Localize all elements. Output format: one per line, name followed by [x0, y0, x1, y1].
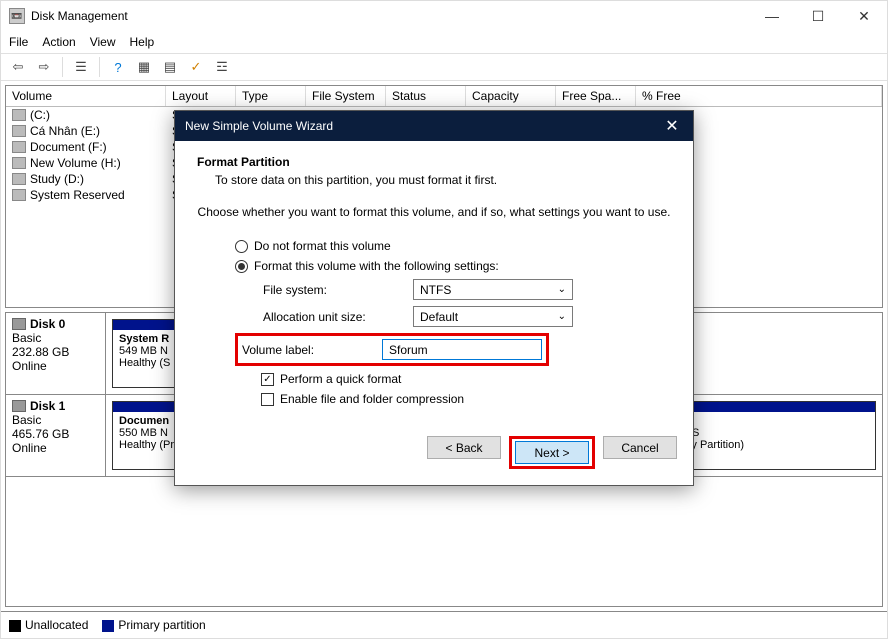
col-status[interactable]: Status [386, 86, 466, 106]
menubar: File Action View Help [1, 31, 887, 53]
legend: Unallocated Primary partition [1, 611, 887, 638]
menu-view[interactable]: View [90, 35, 116, 49]
menu-help[interactable]: Help [130, 35, 155, 49]
toolbar: ⇦ ⇨ ☰ ? ▦ ▤ ✓ ☲ [1, 53, 887, 81]
allocation-size-select[interactable]: Default⌄ [413, 306, 573, 327]
col-free[interactable]: Free Spa... [556, 86, 636, 106]
close-button[interactable]: ✕ [841, 1, 887, 31]
drive-icon [12, 125, 26, 137]
quick-format-checkbox[interactable]: ✓ [261, 373, 274, 386]
dialog-title: New Simple Volume Wizard [185, 119, 333, 133]
menu-action[interactable]: Action [42, 35, 75, 49]
drive-icon [12, 189, 26, 201]
forward-icon[interactable]: ⇨ [33, 56, 55, 78]
disk-info: Disk 0 Basic 232.88 GB Online [6, 313, 106, 394]
check-icon[interactable]: ✓ [185, 56, 207, 78]
help-icon[interactable]: ? [107, 56, 129, 78]
main-titlebar: 📼 Disk Management — ☐ ✕ [1, 1, 887, 31]
disk-info: Disk 1 Basic 465.76 GB Online [6, 395, 106, 476]
back-icon[interactable]: ⇦ [7, 56, 29, 78]
col-capacity[interactable]: Capacity [466, 86, 556, 106]
dialog-close-button[interactable]: ✕ [651, 111, 693, 141]
disk-icon [12, 318, 26, 330]
col-type[interactable]: Type [236, 86, 306, 106]
chevron-down-icon: ⌄ [558, 284, 566, 295]
compression-label: Enable file and folder compression [280, 392, 464, 406]
app-icon: 📼 [9, 8, 25, 24]
radio-format-label: Format this volume with the following se… [254, 259, 499, 273]
col-volume[interactable]: Volume [6, 86, 166, 106]
compression-checkbox[interactable] [261, 393, 274, 406]
dialog-heading: Format Partition [197, 155, 671, 169]
new-simple-volume-wizard-dialog: New Simple Volume Wizard ✕ Format Partit… [174, 110, 694, 486]
partition[interactable]: Documen550 MB NHealthy (Pr [112, 401, 182, 470]
radio-no-format[interactable] [235, 240, 248, 253]
quick-format-label: Perform a quick format [280, 372, 401, 386]
table-view-icon[interactable]: ☰ [70, 56, 92, 78]
menu-file[interactable]: File [9, 35, 28, 49]
drive-icon [12, 157, 26, 169]
refresh-icon[interactable]: ▤ [159, 56, 181, 78]
file-system-select[interactable]: NTFS⌄ [413, 279, 573, 300]
radio-no-format-label: Do not format this volume [254, 239, 391, 253]
radio-format[interactable] [235, 260, 248, 273]
drive-icon [12, 109, 26, 121]
dialog-subheading: To store data on this partition, you mus… [215, 173, 671, 187]
chevron-down-icon: ⌄ [558, 311, 566, 322]
list-icon[interactable]: ☲ [211, 56, 233, 78]
drive-icon [12, 173, 26, 185]
minimize-button[interactable]: — [749, 1, 795, 31]
allocation-size-label: Allocation unit size: [263, 310, 413, 324]
maximize-button[interactable]: ☐ [795, 1, 841, 31]
volume-label-input[interactable]: Sforum [382, 339, 542, 360]
dialog-titlebar: New Simple Volume Wizard ✕ [175, 111, 693, 141]
cancel-button[interactable]: Cancel [603, 436, 677, 459]
col-pctfree[interactable]: % Free [636, 86, 882, 106]
window-title: Disk Management [31, 9, 128, 23]
partition[interactable]: System R549 MB NHealthy (S [112, 319, 182, 388]
dialog-instruction: Choose whether you want to format this v… [197, 205, 671, 219]
drive-icon [12, 141, 26, 153]
col-fs[interactable]: File System [306, 86, 386, 106]
volume-label-label: Volume label: [242, 343, 382, 357]
next-button[interactable]: Next > [515, 441, 589, 464]
disk-icon [12, 400, 26, 412]
col-layout[interactable]: Layout [166, 86, 236, 106]
file-system-label: File system: [263, 283, 413, 297]
back-button[interactable]: < Back [427, 436, 501, 459]
properties-icon[interactable]: ▦ [133, 56, 155, 78]
